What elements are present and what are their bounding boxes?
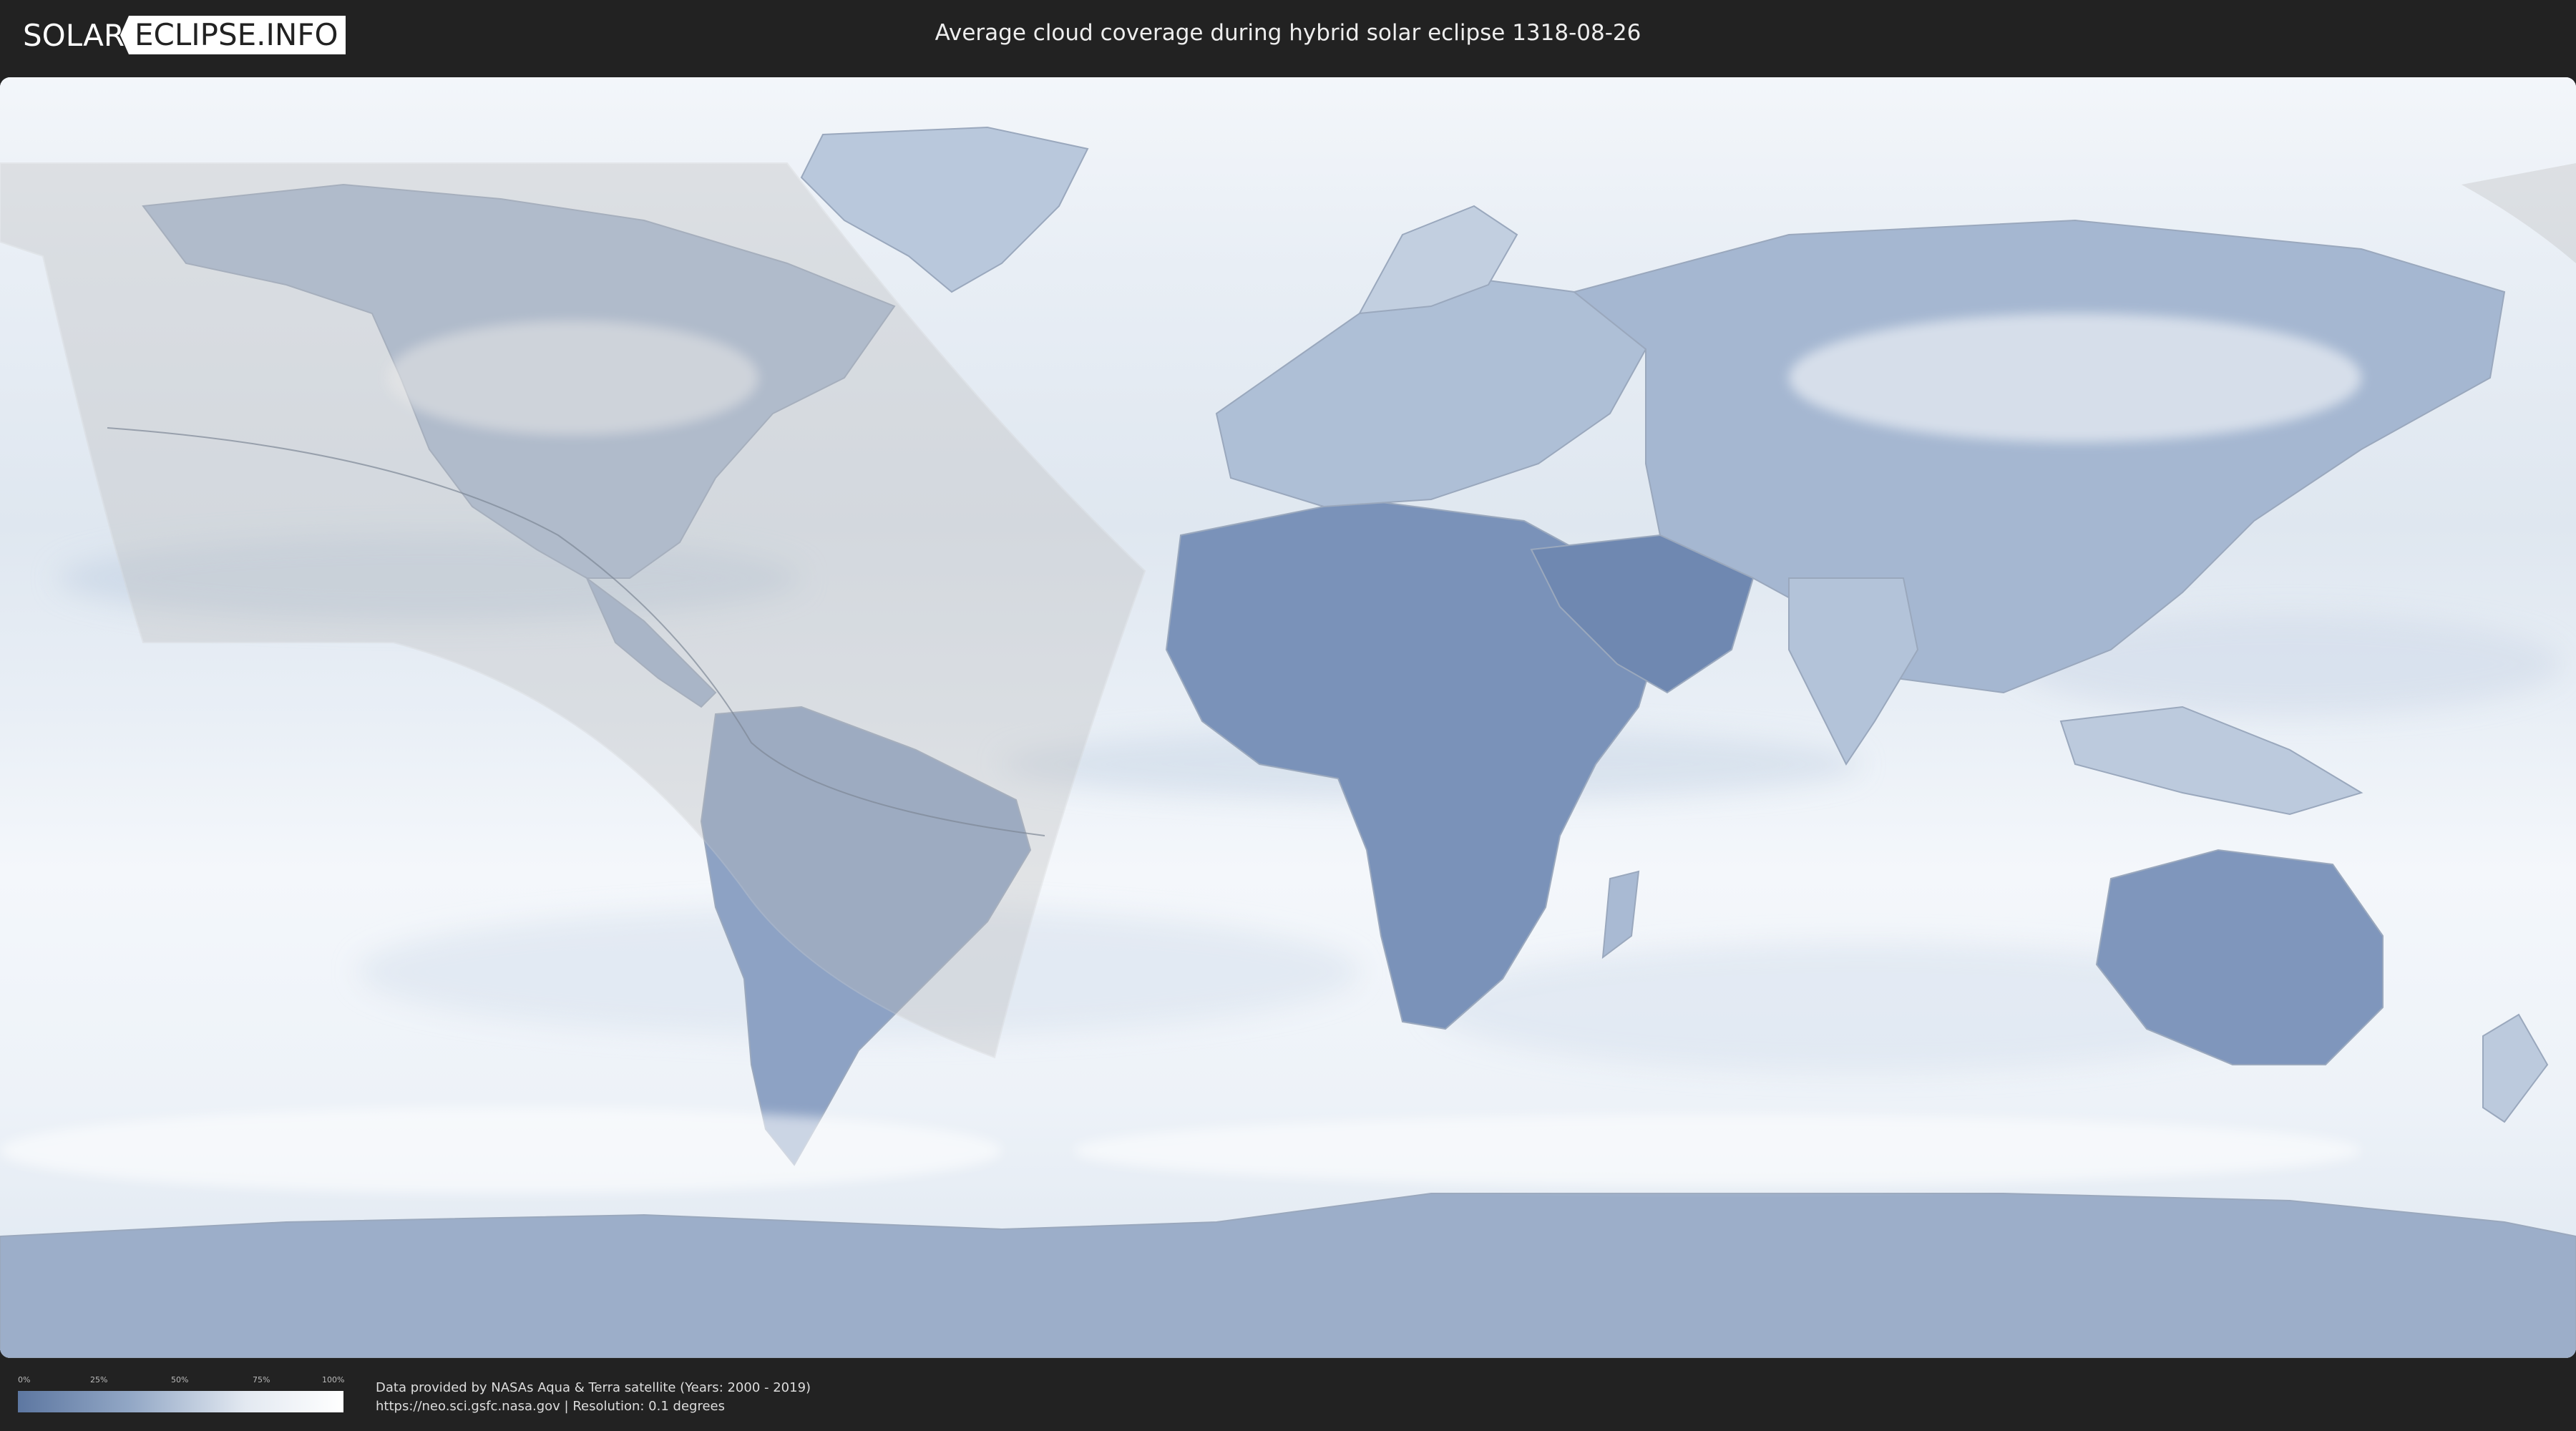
legend-tick-75: 75% — [253, 1375, 270, 1384]
credits-line-url: https://neo.sci.gsfc.nasa.gov | Resoluti… — [376, 1399, 725, 1414]
credits-line-source: Data provided by NASAs Aqua & Terra sate… — [376, 1380, 811, 1395]
legend-tick-25: 25% — [90, 1375, 108, 1384]
legend-tick-50: 50% — [171, 1375, 189, 1384]
world-map-svg — [0, 77, 2576, 1358]
data-credits: Data provided by NASAs Aqua & Terra sate… — [376, 1379, 811, 1416]
cloud-coverage-legend: 0% 25% 50% 75% 100% — [18, 1375, 345, 1415]
page-title: Average cloud coverage during hybrid sol… — [935, 20, 1641, 46]
legend-tick-0: 0% — [18, 1375, 31, 1384]
legend-gradient-bar — [18, 1391, 343, 1412]
header-bar: SOLAR ECLIPSE.INFO Average cloud coverag… — [0, 0, 2576, 72]
cloud-coverage-map — [0, 77, 2576, 1358]
legend-tick-100: 100% — [322, 1375, 345, 1384]
legend-ticks: 0% 25% 50% 75% 100% — [18, 1375, 345, 1388]
